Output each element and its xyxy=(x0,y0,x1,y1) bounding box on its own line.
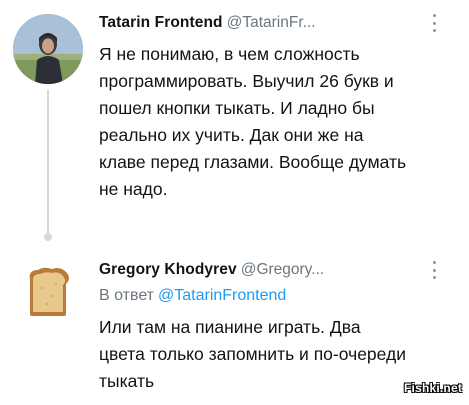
more-options-icon[interactable] xyxy=(428,14,440,32)
author-handle[interactable]: @TatarinFr... xyxy=(227,14,316,31)
reply-handle-link[interactable]: @TatarinFrontend xyxy=(158,287,286,304)
avatar-gregory[interactable] xyxy=(22,266,74,318)
author-handle[interactable]: @Gregory... xyxy=(241,261,325,278)
tweet-header: Gregory Khodyrev @Gregory... xyxy=(99,261,324,279)
more-options-icon[interactable] xyxy=(428,261,440,279)
thread-line xyxy=(47,90,49,240)
reply-prefix: В ответ xyxy=(99,287,155,304)
watermark: Fishki.net xyxy=(404,381,463,395)
avatar-tatarin[interactable] xyxy=(13,14,83,84)
tweet-text: Я не понимаю, в чем сложность программир… xyxy=(99,44,407,199)
thread-dot xyxy=(44,233,52,241)
tweet-header: Tatarin Frontend @TatarinFr... xyxy=(99,14,316,32)
author-name[interactable]: Tatarin Frontend xyxy=(99,14,223,31)
author-name[interactable]: Gregory Khodyrev xyxy=(99,261,237,278)
reply-context: В ответ @TatarinFrontend xyxy=(99,287,286,305)
